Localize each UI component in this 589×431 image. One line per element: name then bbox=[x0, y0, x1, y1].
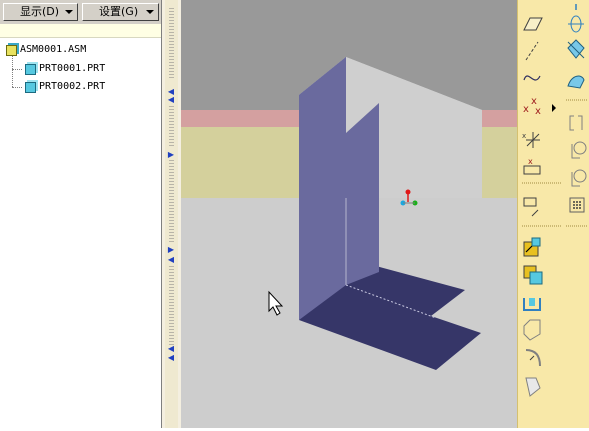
boundary-blend-icon[interactable] bbox=[571, 141, 587, 159]
rib-icon[interactable] bbox=[525, 349, 541, 367]
create-component-icon[interactable] bbox=[523, 265, 543, 285]
model-tree-panel: 显示(D) 设置(G) ASM0001.ASM PRT0001.PRT PRT0… bbox=[0, 0, 162, 428]
coordinate-system-icon[interactable]: x bbox=[522, 132, 540, 148]
draft-icon[interactable] bbox=[525, 377, 541, 397]
collapse-arrow-icon[interactable]: ◀ bbox=[166, 354, 176, 362]
svg-text:x: x bbox=[528, 157, 533, 166]
settings-menu-button[interactable]: 设置(G) bbox=[82, 3, 159, 21]
tree-node-label: PRT0001.PRT bbox=[39, 63, 106, 74]
tree-node-label: PRT0002.PRT bbox=[39, 81, 106, 92]
shell-icon[interactable] bbox=[523, 319, 541, 341]
svg-text:x: x bbox=[523, 104, 529, 115]
model-tree-toolbar: 显示(D) 设置(G) bbox=[0, 0, 161, 24]
splitter-grip[interactable] bbox=[169, 160, 174, 242]
collapse-arrow-icon[interactable]: ◀ bbox=[166, 96, 176, 104]
datum-curve-icon[interactable] bbox=[523, 75, 541, 81]
collapse-arrow-icon[interactable]: ◀ bbox=[166, 345, 176, 353]
tree-connector bbox=[12, 69, 22, 70]
vertical-plate-front bbox=[299, 57, 346, 320]
mirror-tool-icon[interactable] bbox=[569, 115, 583, 131]
tree-connector bbox=[12, 87, 22, 88]
datum-axis-icon[interactable] bbox=[525, 41, 539, 61]
show-menu-button[interactable]: 显示(D) bbox=[3, 3, 78, 21]
variable-section-sweep-icon[interactable] bbox=[567, 75, 585, 89]
hole-icon[interactable] bbox=[523, 298, 541, 311]
revolve-icon[interactable] bbox=[568, 15, 584, 33]
collapse-arrow-icon[interactable]: ◀ bbox=[166, 256, 176, 264]
panel-splitter[interactable]: ◀ ◀ ▶ ▶ ◀ ◀ ◀ bbox=[162, 0, 181, 428]
toolbar-icons-svg: x x x x x bbox=[522, 4, 588, 397]
datum-plane-icon[interactable] bbox=[523, 17, 543, 31]
scene-svg bbox=[181, 0, 517, 428]
tree-node-label: ASM0001.ASM bbox=[20, 44, 87, 55]
part-icon bbox=[25, 64, 36, 75]
feature-toolbar: x x x x x bbox=[517, 0, 589, 428]
assemble-component-icon[interactable] bbox=[523, 237, 541, 257]
expand-arrow-icon[interactable]: ▶ bbox=[166, 246, 176, 254]
part-icon bbox=[25, 82, 36, 93]
show-menu-label: 显示(D) bbox=[20, 5, 60, 18]
svg-text:x: x bbox=[535, 106, 541, 117]
splitter-grip[interactable] bbox=[169, 266, 174, 346]
sketched-point-icon[interactable] bbox=[523, 197, 539, 217]
chevron-down-icon bbox=[146, 10, 154, 14]
splitter-grip[interactable] bbox=[169, 106, 174, 148]
round-icon[interactable] bbox=[571, 169, 587, 187]
offset-point-icon[interactable]: x bbox=[523, 157, 541, 175]
model-tree-header bbox=[0, 24, 161, 38]
expand-arrow-icon[interactable]: ▶ bbox=[166, 151, 176, 159]
splitter-grip[interactable] bbox=[169, 8, 174, 78]
datum-point-icon[interactable]: x x x bbox=[523, 96, 541, 117]
settings-menu-label: 设置(G) bbox=[99, 5, 139, 18]
datum-point-flyout-icon[interactable] bbox=[552, 104, 556, 112]
extrude-icon[interactable] bbox=[567, 39, 585, 59]
graphics-viewport[interactable] bbox=[181, 0, 517, 428]
assembly-icon bbox=[6, 45, 17, 56]
pattern-icon[interactable] bbox=[569, 197, 585, 213]
chevron-down-icon bbox=[65, 10, 73, 14]
tree-connector bbox=[12, 56, 13, 87]
svg-text:x: x bbox=[522, 132, 526, 140]
